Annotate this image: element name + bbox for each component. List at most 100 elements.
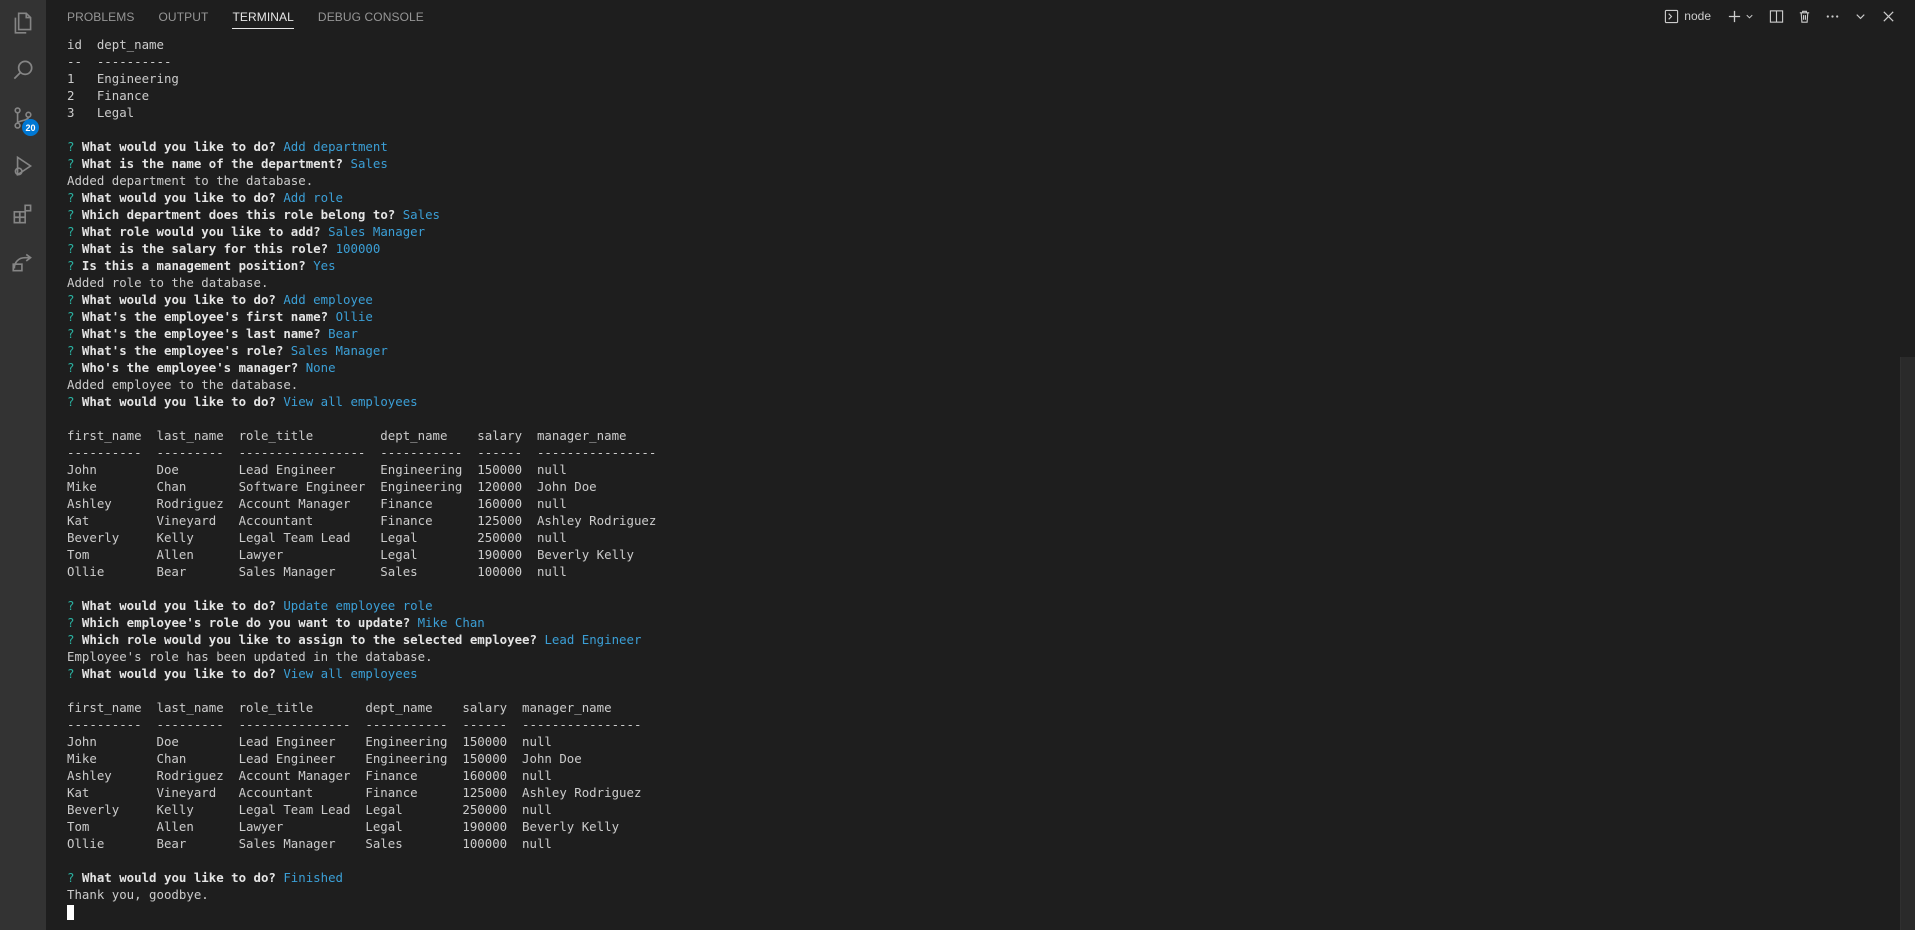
output-line: ---------- --------- ----------------- -…: [67, 445, 657, 460]
tab-problems[interactable]: PROBLEMS: [67, 6, 135, 28]
prompt-answer: Sales: [350, 156, 388, 171]
output-line: Added department to the database.: [67, 173, 314, 188]
prompt-line: ? What is the name of the department? Sa…: [67, 155, 1887, 172]
question-mark: ?: [67, 207, 82, 222]
terminal-scrollbar[interactable]: [1900, 357, 1915, 930]
question-mark: ?: [67, 309, 82, 324]
question-mark: ?: [67, 241, 82, 256]
output-line: Beverly Kelly Legal Team Lead Legal 2500…: [67, 530, 567, 545]
prompt-line: ? What would you like to do? Add role: [67, 189, 1887, 206]
output-line: 3 Legal: [67, 105, 135, 120]
output-line: Kat Vineyard Accountant Finance 125000 A…: [67, 513, 657, 528]
question-mark: ?: [67, 394, 82, 409]
prompt-question: Which role would you like to assign to t…: [81, 632, 545, 647]
output-line: Tom Allen Lawyer Legal 190000 Beverly Ke…: [67, 819, 620, 834]
prompt-answer: View all employees: [283, 394, 418, 409]
prompt-answer: Lead Engineer: [544, 632, 642, 647]
prompt-answer: Bear: [328, 326, 358, 341]
prompt-line: ? What would you like to do? Finished: [67, 869, 1887, 886]
question-mark: ?: [67, 224, 82, 239]
question-mark: ?: [67, 190, 82, 205]
tab-terminal[interactable]: TERMINAL: [232, 6, 294, 29]
terminal-icon: [1665, 9, 1679, 23]
output-line: id dept_name: [67, 37, 164, 52]
prompt-answer: Sales: [402, 207, 441, 222]
prompt-line: ? What's the employee's role? Sales Mana…: [67, 342, 1887, 359]
prompt-answer: Update employee role: [283, 598, 433, 613]
output-line: Ollie Bear Sales Manager Sales 100000 nu…: [67, 564, 567, 579]
prompt-answer: View all employees: [283, 666, 418, 681]
terminal-cursor: [67, 905, 74, 920]
output-line: -- ----------: [67, 54, 172, 69]
output-line: 2 Finance: [67, 88, 150, 103]
extensions-icon[interactable]: [8, 199, 38, 229]
question-mark: ?: [67, 326, 82, 341]
output-line: first_name last_name role_title dept_nam…: [67, 700, 612, 715]
output-line: first_name last_name role_title dept_nam…: [67, 428, 627, 443]
prompt-line: ? What's the employee's first name? Olli…: [67, 308, 1887, 325]
tab-debug-console[interactable]: DEBUG CONSOLE: [318, 6, 424, 28]
close-panel-button[interactable]: [1879, 6, 1897, 26]
prompt-line: ? What would you like to do? Add departm…: [67, 138, 1887, 155]
plus-icon: [1728, 10, 1740, 22]
prompt-question: What would you like to do?: [81, 139, 284, 154]
prompt-line: ? What would you like to do? View all em…: [67, 665, 1887, 682]
split-icon: [1769, 9, 1783, 23]
prompt-question: What role would you like to add?: [81, 224, 329, 239]
prompt-question: What would you like to do?: [81, 292, 284, 307]
source-control-badge: 20: [22, 119, 39, 136]
prompt-line: ? What is the salary for this role? 1000…: [67, 240, 1887, 257]
tab-output[interactable]: OUTPUT: [159, 6, 209, 28]
prompt-question: Which employee's role do you want to upd…: [81, 615, 418, 630]
cursor-line: [67, 903, 1887, 920]
maximize-panel-button[interactable]: [1851, 6, 1869, 26]
prompt-line: ? Which department does this role belong…: [67, 206, 1887, 223]
run-debug-icon[interactable]: [8, 151, 38, 181]
prompt-line: ? Which role would you like to assign to…: [67, 631, 1887, 648]
kill-terminal-button[interactable]: [1795, 6, 1813, 26]
prompt-question: What would you like to do?: [81, 190, 284, 205]
output-line: Mike Chan Lead Engineer Engineering 1500…: [67, 751, 582, 766]
prompt-line: ? What would you like to do? View all em…: [67, 393, 1887, 410]
prompt-question: What would you like to do?: [81, 870, 284, 885]
question-mark: ?: [67, 360, 82, 375]
prompt-line: ? What would you like to do? Add employe…: [67, 291, 1887, 308]
prompt-question: What is the salary for this role?: [81, 241, 336, 256]
remote-explorer-icon[interactable]: [8, 247, 38, 277]
prompt-question: Which department does this role belong t…: [81, 207, 403, 222]
new-terminal-button[interactable]: [1725, 6, 1743, 26]
explorer-icon[interactable]: [8, 8, 38, 38]
output-line: Added employee to the database.: [67, 377, 299, 392]
activity-bar: 20: [0, 0, 46, 930]
terminal-selector[interactable]: node: [1664, 6, 1711, 26]
prompt-line: ? Is this a management position? Yes: [67, 257, 1887, 274]
prompt-question: What's the employee's role?: [81, 343, 291, 358]
output-line: Thank you, goodbye.: [67, 887, 209, 902]
question-mark: ?: [67, 870, 82, 885]
prompt-line: ? Which employee's role do you want to u…: [67, 614, 1887, 631]
terminal-dropdown-button[interactable]: [1743, 6, 1755, 26]
question-mark: ?: [67, 139, 82, 154]
panel-tabs: PROBLEMS OUTPUT TERMINAL DEBUG CONSOLE: [67, 6, 448, 29]
prompt-answer: Finished: [283, 870, 344, 885]
question-mark: ?: [67, 258, 82, 273]
output-line: 1 Engineering: [67, 71, 179, 86]
terminal-output[interactable]: id dept_name -- ---------- 1 Engineering 2 …: [67, 36, 1887, 926]
close-icon: [1882, 10, 1894, 22]
search-icon[interactable]: [8, 55, 38, 85]
output-line: Employee's role has been updated in the …: [67, 649, 433, 664]
question-mark: ?: [67, 343, 82, 358]
output-line: John Doe Lead Engineer Engineering 15000…: [67, 462, 567, 477]
terminal-name: node: [1684, 9, 1711, 23]
question-mark: ?: [67, 615, 82, 630]
prompt-line: ? Who's the employee's manager? None: [67, 359, 1887, 376]
split-terminal-button[interactable]: [1767, 6, 1785, 26]
prompt-answer: Add employee: [283, 292, 373, 307]
prompt-answer: Yes: [313, 258, 336, 273]
output-line: John Doe Lead Engineer Engineering 15000…: [67, 734, 552, 749]
trash-icon: [1799, 10, 1809, 23]
more-actions-button[interactable]: [1823, 6, 1841, 26]
